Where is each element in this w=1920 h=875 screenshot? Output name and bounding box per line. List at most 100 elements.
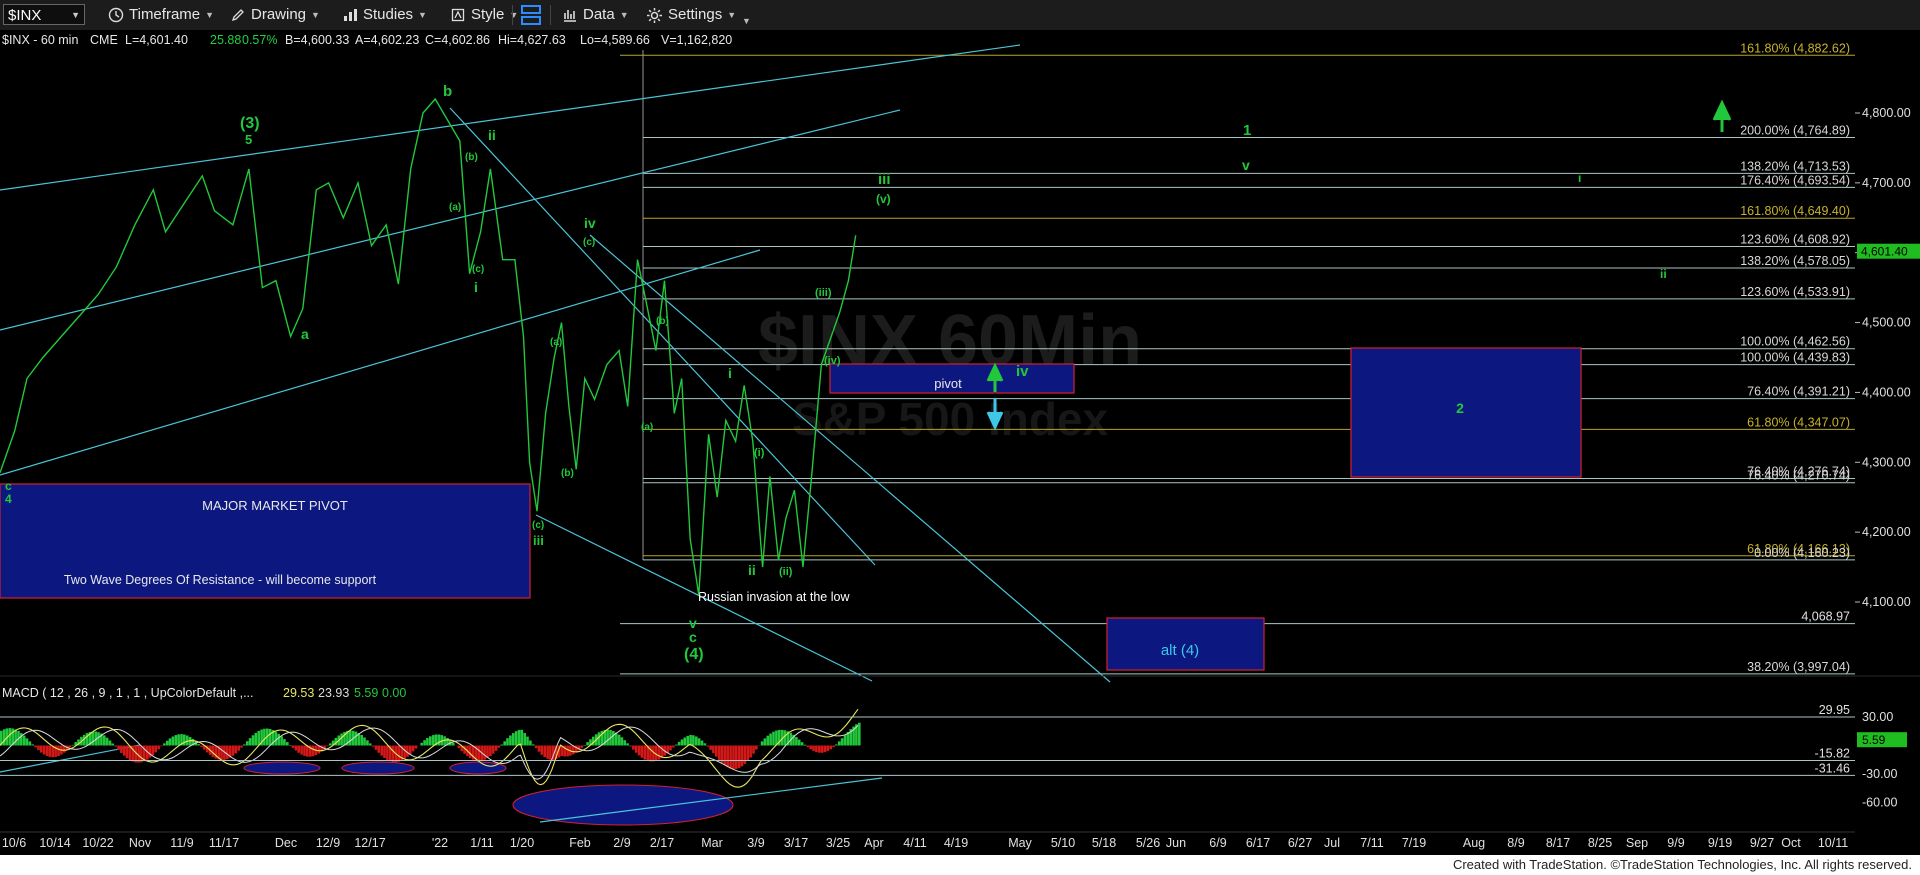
- macd-bar: [354, 731, 358, 746]
- style-menu[interactable]: Style ▼: [450, 4, 518, 26]
- macd-bar: [858, 722, 861, 746]
- macd-bar: [103, 735, 106, 746]
- timeframe-menu[interactable]: Timeframe ▼: [108, 4, 214, 26]
- macd-bar: [520, 729, 524, 746]
- macd-bar: [111, 743, 115, 746]
- fib-label: 161.80% (4,649.40): [1740, 204, 1850, 218]
- macd-bar: [420, 742, 423, 746]
- major-market-pivot-box[interactable]: MAJOR MARKET PIVOT Two Wave Degrees Of R…: [0, 483, 531, 599]
- major-pivot-label: MAJOR MARKET PIVOT: [202, 498, 348, 513]
- date-tick-label: 7/19: [1402, 836, 1426, 850]
- alt-4-box[interactable]: alt (4): [1106, 617, 1265, 671]
- macd-bar: [826, 745, 830, 751]
- macd-bar: [291, 745, 295, 748]
- macd-bar: [328, 743, 332, 746]
- macd-bar: [123, 745, 126, 756]
- drawing-menu[interactable]: Drawing ▼: [230, 4, 320, 26]
- macd-bar: [614, 732, 618, 746]
- data-menu[interactable]: Data ▼: [562, 4, 629, 26]
- macd-bar: [14, 729, 17, 746]
- macd-bar: [543, 745, 546, 758]
- fib-label: 38.20% (3,997.04): [1747, 660, 1850, 674]
- macd-bar: [523, 733, 526, 746]
- wave-2-rect: [1350, 347, 1582, 478]
- macd-bar: [692, 735, 695, 746]
- wave-label: (iii): [815, 287, 832, 299]
- studies-menu[interactable]: Studies ▼: [342, 4, 427, 26]
- macd-bar: [263, 728, 266, 746]
- macd-level-label: -15.82: [1815, 747, 1850, 761]
- price-tick-label: 4,300.00: [1862, 455, 1911, 469]
- date-tick-label: 2/9: [613, 836, 630, 850]
- fib-label: 138.20% (4,713.53): [1740, 159, 1850, 173]
- macd-bar: [506, 738, 509, 746]
- date-tick-label: 4/11: [903, 836, 926, 850]
- macd-bar: [829, 745, 832, 750]
- symbol-value: $INX: [8, 7, 42, 24]
- macd-bar: [503, 741, 506, 746]
- macd-bar: [737, 745, 741, 768]
- wave-label: 4: [5, 492, 12, 506]
- date-tick-label: Jun: [1166, 836, 1186, 850]
- header-symbol: $INX - 60 min: [2, 33, 78, 47]
- macd-value: 29.53: [283, 686, 314, 700]
- macd-bar: [31, 744, 35, 746]
- layout-icon: [521, 5, 541, 25]
- macd-bar: [832, 745, 835, 747]
- layout-button[interactable]: [520, 4, 542, 26]
- pencil-icon: [231, 9, 244, 22]
- date-tick-label: Sep: [1626, 836, 1648, 850]
- macd-bar: [300, 745, 303, 755]
- wave-2-box[interactable]: 2: [1350, 347, 1582, 478]
- macd-bar: [612, 731, 615, 746]
- macd-bar: [231, 745, 235, 756]
- wave-label: b: [443, 83, 452, 100]
- date-tick-label: 4/19: [944, 836, 968, 850]
- macd-tick-label: -30.00: [1862, 767, 1897, 781]
- chevron-down-icon: ▼: [509, 10, 519, 20]
- date-tick-label: 10/14: [39, 836, 70, 850]
- price-tick-label: 4,500.00: [1862, 316, 1911, 330]
- macd-bar: [220, 745, 223, 760]
- macd-bar: [8, 728, 12, 746]
- macd-bar: [391, 745, 395, 763]
- chevron-down-icon: ▼: [742, 16, 751, 26]
- macd-bar: [640, 745, 644, 758]
- alt-4-label: alt (4): [1161, 642, 1199, 659]
- macd-bar: [763, 738, 767, 746]
- date-tick-label: 9/19: [1708, 836, 1732, 850]
- date-tick-label: Nov: [129, 836, 152, 850]
- wave-label: (a): [550, 337, 562, 348]
- date-tick-label: 12/17: [354, 836, 385, 850]
- chart-canvas[interactable]: $INX 60Min S&P 500 Index $INX - 60 min C…: [0, 30, 1920, 855]
- macd-level-label: 29.95: [1819, 703, 1850, 717]
- macd-bar: [626, 743, 629, 746]
- symbol-input[interactable]: $INX ▼: [3, 4, 85, 25]
- date-tick-label: 5/18: [1092, 836, 1116, 850]
- chevron-down-icon: ▼: [727, 10, 737, 20]
- wave-label: (iv): [824, 355, 841, 367]
- macd-bar: [360, 735, 363, 746]
- overflow-menu[interactable]: ▼: [742, 10, 751, 32]
- settings-menu[interactable]: Settings ▼: [646, 4, 736, 26]
- pivot-box[interactable]: pivot: [829, 363, 1075, 394]
- macd-tick-label: 30.00: [1862, 710, 1893, 724]
- data-icon: [564, 10, 576, 22]
- macd-bar: [706, 745, 709, 747]
- macd-bar: [489, 745, 492, 757]
- gear-icon: [647, 7, 662, 23]
- macd-level-label: -31.46: [1815, 761, 1850, 775]
- macd-bar: [140, 745, 143, 763]
- header-change: 25.88: [210, 33, 241, 47]
- macd-bar: [426, 738, 429, 746]
- macd-bar: [288, 745, 292, 746]
- macd-bar: [697, 738, 701, 746]
- macd-bar: [117, 745, 120, 750]
- macd-bar: [546, 745, 549, 759]
- macd-bar: [243, 744, 246, 746]
- wave-label: (b): [656, 316, 669, 327]
- wave-label: (c): [532, 520, 544, 531]
- fib-label: 76.40% (4,270.74): [1747, 469, 1850, 483]
- studies-icon: [344, 9, 357, 21]
- fib-label: 100.00% (4,439.83): [1740, 351, 1850, 365]
